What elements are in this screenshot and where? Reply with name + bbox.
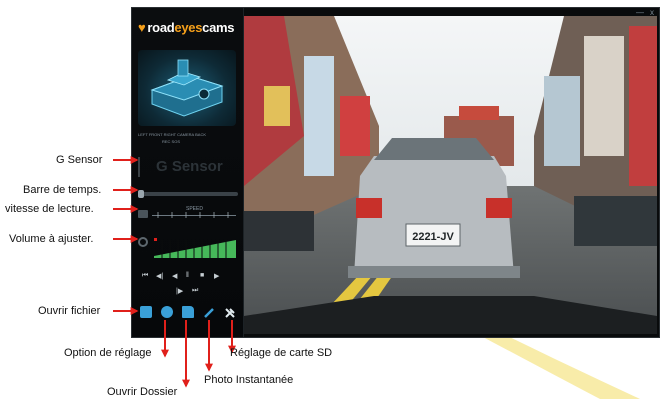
callout-volume: Volume à ajuster. — [9, 233, 94, 245]
callout-arrows — [113, 156, 236, 388]
callout-timebar: Barre de temps. — [23, 184, 102, 196]
callout-open-folder: Ouvrir Dossier — [107, 386, 178, 398]
callout-speed: vitesse de lecture. — [5, 203, 94, 215]
callout-snapshot: Photo Instantanée — [204, 374, 294, 386]
callout-settings: Option de réglage — [64, 347, 152, 359]
callout-open-file: Ouvrir fichier — [38, 305, 101, 317]
callout-sd-settings: Réglage de carte SD — [230, 347, 333, 359]
callout-gsensor: G Sensor — [56, 154, 103, 166]
